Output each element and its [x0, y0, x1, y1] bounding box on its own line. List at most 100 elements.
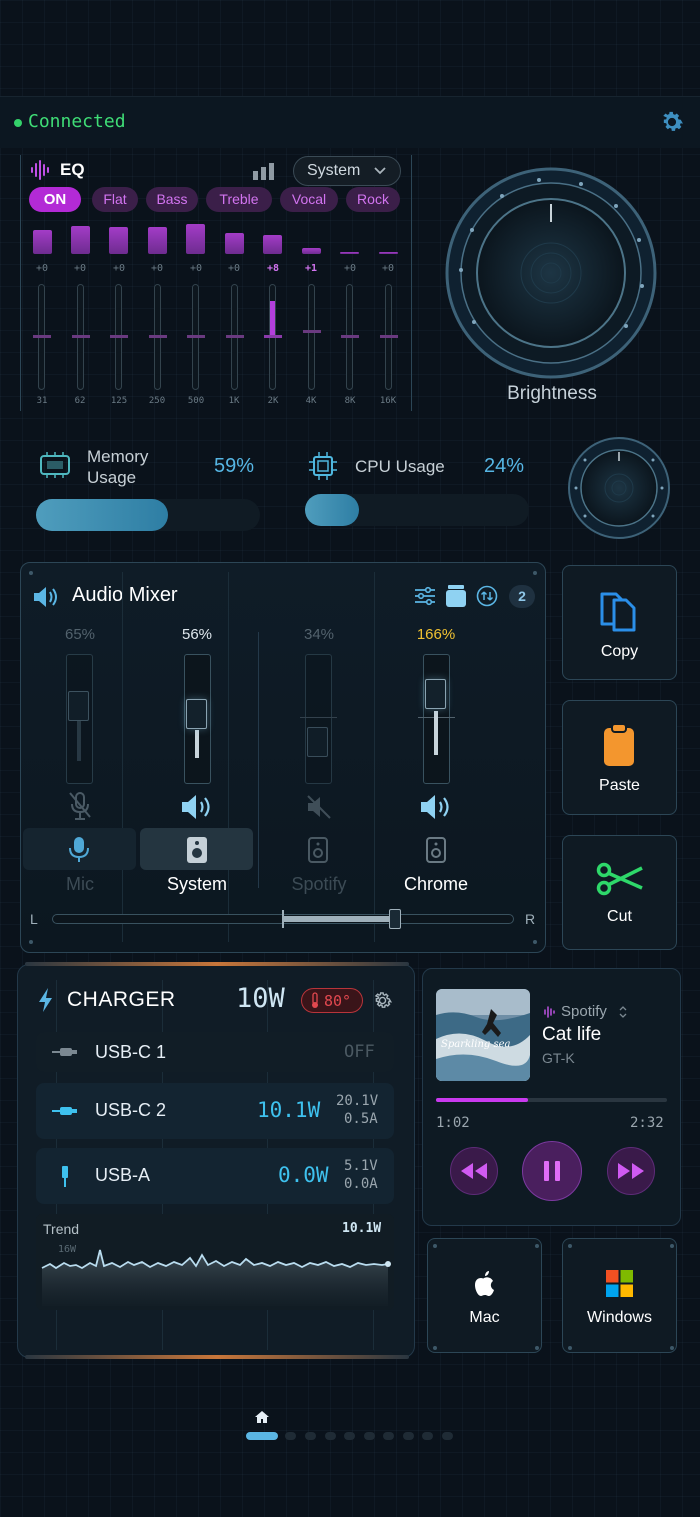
- eq-slider-thumb[interactable]: [341, 335, 359, 338]
- memory-chip-icon: [40, 452, 70, 478]
- port-power: 10.1W: [257, 1098, 321, 1122]
- balance-right-label: R: [525, 911, 536, 927]
- corner-dot: [433, 1244, 437, 1248]
- fader-handle[interactable]: [307, 727, 328, 757]
- spotify-volume-fader[interactable]: [300, 654, 337, 784]
- preset-vocal[interactable]: Vocal: [280, 187, 338, 212]
- charger-settings-icon[interactable]: [372, 990, 393, 1011]
- system-speaker-icon[interactable]: [180, 794, 214, 820]
- usb-c-plug-icon: [52, 1048, 77, 1056]
- balance-center-mark: [282, 910, 284, 928]
- page-indicator-dot[interactable]: [383, 1432, 394, 1440]
- eq-slider-thumb[interactable]: [110, 335, 128, 338]
- column-divider: [258, 632, 259, 888]
- eq-slider-thumb[interactable]: [226, 335, 244, 338]
- page-indicator-dot[interactable]: [305, 1432, 316, 1440]
- chrome-speaker-icon[interactable]: [419, 794, 453, 820]
- eq-band-value: +0: [381, 263, 395, 274]
- sliders-icon[interactable]: [414, 586, 436, 606]
- eq-slider-thumb[interactable]: [303, 330, 321, 333]
- brightness-knob[interactable]: [444, 166, 658, 380]
- preset-bass[interactable]: Bass: [146, 187, 198, 212]
- fader-handle[interactable]: [186, 699, 207, 729]
- fader-handle[interactable]: [68, 691, 89, 721]
- fader-fill: [434, 711, 438, 755]
- track-artist: GT-K: [542, 1050, 575, 1066]
- previous-button[interactable]: [450, 1147, 498, 1195]
- eq-slider-thumb[interactable]: [264, 335, 282, 338]
- page-indicator-active[interactable]: [246, 1432, 278, 1440]
- connection-status: Connected: [28, 111, 126, 132]
- page-indicator-dot[interactable]: [442, 1432, 453, 1440]
- page-indicator-dot[interactable]: [344, 1432, 355, 1440]
- eq-level-bar: [186, 224, 205, 254]
- page-indicator-dot[interactable]: [364, 1432, 375, 1440]
- spotify-muted-icon[interactable]: [305, 793, 333, 821]
- preset-treble[interactable]: Treble: [206, 187, 272, 212]
- charger-total-power: 10W: [236, 983, 285, 1014]
- eq-band-value: +8: [266, 263, 280, 274]
- corner-dot: [568, 1244, 572, 1248]
- eq-band-frequency: 31: [36, 396, 48, 406]
- secondary-knob[interactable]: [567, 436, 671, 540]
- eq-slider-thumb[interactable]: [33, 335, 51, 338]
- mic-muted-icon[interactable]: [68, 791, 92, 821]
- corner-dot: [533, 571, 537, 575]
- settings-gear-icon[interactable]: [658, 108, 686, 136]
- port-row-usb-c2: USB-C 2 10.1W 20.1V 0.5A: [36, 1083, 394, 1139]
- corner-dot: [568, 1346, 572, 1350]
- page-indicator-dot[interactable]: [403, 1432, 414, 1440]
- fader-handle[interactable]: [425, 679, 446, 709]
- eq-on-toggle[interactable]: ON: [29, 187, 81, 212]
- layers-icon[interactable]: [445, 584, 467, 608]
- eq-band-slider[interactable]: [308, 284, 315, 390]
- eq-level-bar: [302, 248, 321, 254]
- mic-volume-fader[interactable]: [66, 654, 93, 784]
- page-indicator-dot[interactable]: [325, 1432, 336, 1440]
- balance-handle[interactable]: [389, 909, 401, 929]
- next-button[interactable]: [607, 1147, 655, 1195]
- system-volume-fader[interactable]: [184, 654, 211, 784]
- corner-dot: [533, 940, 537, 944]
- chrome-volume-fader[interactable]: [418, 654, 455, 784]
- corner-dot: [535, 1346, 539, 1350]
- temperature-badge: 80°: [301, 988, 363, 1013]
- player-source[interactable]: Spotify: [561, 1003, 607, 1020]
- corner-dot: [29, 940, 33, 944]
- eq-level-bar: [109, 227, 128, 254]
- preset-rock[interactable]: Rock: [346, 187, 400, 212]
- home-icon[interactable]: [254, 1410, 270, 1424]
- eq-level-bar: [148, 227, 167, 254]
- album-art-text: Sparkling sea: [441, 1039, 511, 1050]
- bar-chart-icon[interactable]: [252, 162, 276, 180]
- eq-slider-fill: [270, 301, 275, 335]
- eq-slider-thumb[interactable]: [187, 335, 205, 338]
- swap-icon[interactable]: [476, 585, 498, 607]
- album-art[interactable]: Sparkling sea: [436, 989, 530, 1081]
- mixer-count-badge: 2: [509, 585, 535, 608]
- eq-level-bar: [340, 252, 359, 254]
- eq-slider-thumb[interactable]: [149, 335, 167, 338]
- page-indicator-dot[interactable]: [422, 1432, 433, 1440]
- corner-dot: [535, 1244, 539, 1248]
- chevron-updown-icon: [619, 1006, 627, 1018]
- eq-slider-thumb[interactable]: [380, 335, 398, 338]
- cut-label: Cut: [607, 908, 632, 925]
- eq-source-dropdown[interactable]: System: [293, 156, 401, 186]
- eq-band-frequency: 16K: [379, 396, 397, 406]
- preset-flat[interactable]: Flat: [92, 187, 138, 212]
- eq-level-bar: [379, 252, 398, 254]
- eq-band-value: +0: [343, 263, 357, 274]
- eq-band-frequency: 8K: [344, 396, 356, 406]
- mac-label: Mac: [469, 1309, 500, 1326]
- eq-band-frequency: 4K: [305, 396, 317, 406]
- cpu-icon: [309, 452, 337, 480]
- duration-time: 2:32: [630, 1115, 664, 1131]
- pause-button[interactable]: [522, 1141, 582, 1201]
- port-current: 0.5A: [344, 1111, 378, 1127]
- page-indicator-dot[interactable]: [285, 1432, 296, 1440]
- elapsed-time: 1:02: [436, 1115, 470, 1131]
- eq-slider-thumb[interactable]: [72, 335, 90, 338]
- eq-band-frequency: 500: [187, 396, 205, 406]
- eq-band-value: +0: [227, 263, 241, 274]
